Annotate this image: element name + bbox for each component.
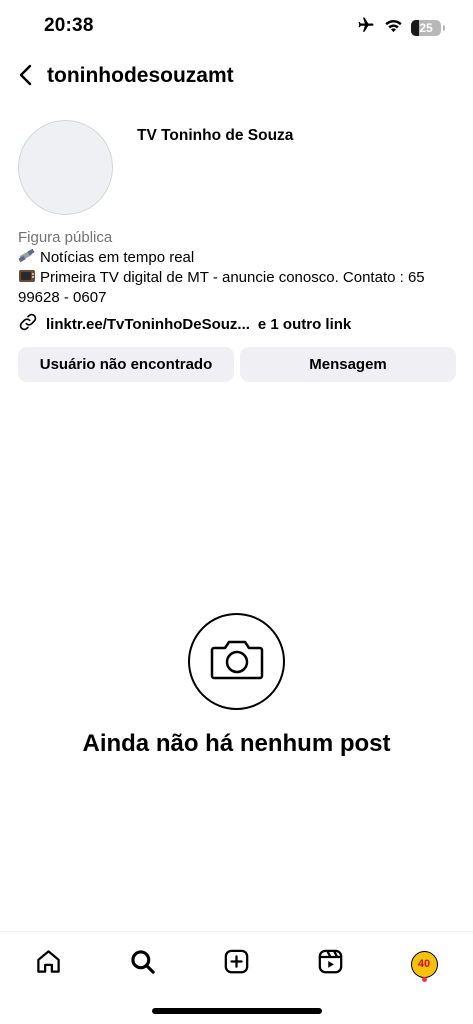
notification-dot (422, 977, 427, 982)
nav-create[interactable] (216, 944, 256, 984)
profile-username: toninhodesouzamt (47, 64, 234, 87)
bio-line-2-text: Primeira TV digital de MT - anuncie cono… (18, 269, 425, 306)
link-text: linktr.ee/TvToninhoDeSouz... (46, 315, 250, 333)
tv-emoji-icon (18, 268, 36, 284)
home-indicator (152, 1008, 322, 1014)
satellite-emoji-icon (18, 248, 36, 264)
nav-search[interactable] (122, 944, 162, 984)
profile-bio: Figura pública Notícias em tempo real Pr… (18, 228, 463, 308)
chevron-left-icon (18, 64, 32, 91)
create-icon (223, 948, 250, 980)
camera-icon (210, 638, 264, 685)
reels-icon (317, 948, 344, 980)
empty-state-camera (188, 613, 285, 710)
profile-screen: 20:38 25 toninhodesouzamt TV Toninho de … (0, 0, 473, 1024)
profile-nav-avatar: 40 (410, 950, 438, 978)
status-time: 20:38 (44, 15, 94, 36)
profile-display-name: TV Toninho de Souza (137, 127, 294, 144)
search-icon (129, 948, 156, 980)
battery-tip (443, 24, 445, 31)
nav-home[interactable] (28, 944, 68, 984)
home-icon (35, 948, 62, 980)
profile-header: toninhodesouzamt (0, 58, 473, 96)
profile-category: Figura pública (18, 229, 113, 246)
empty-state-message: Ainda não há nenhum post (82, 730, 391, 757)
status-bar: 20:38 25 (0, 0, 473, 54)
profile-avatar[interactable] (18, 120, 113, 215)
wifi-icon (384, 18, 403, 38)
nav-reels[interactable] (310, 944, 350, 984)
link-icon (18, 312, 38, 336)
message-button[interactable]: Mensagem (240, 347, 456, 382)
link-extra-text: e 1 outro link (257, 315, 352, 333)
airplane-icon (356, 16, 376, 39)
bio-line-1-text: Notícias em tempo real (40, 249, 195, 266)
user-not-found-button[interactable]: Usuário não encontrado (18, 347, 234, 382)
battery-icon: 25 (411, 19, 441, 36)
bio-line-2: Primeira TV digital de MT - anuncie cono… (18, 268, 463, 308)
profile-link[interactable]: linktr.ee/TvToninhoDeSouz... e 1 outro l… (18, 312, 351, 336)
status-icons: 25 (356, 16, 445, 39)
profile-actions: Usuário não encontrado Mensagem (18, 347, 456, 382)
back-button[interactable] (10, 61, 40, 93)
battery-level: 25 (419, 20, 433, 35)
bio-line-1: Notícias em tempo real (18, 248, 463, 268)
